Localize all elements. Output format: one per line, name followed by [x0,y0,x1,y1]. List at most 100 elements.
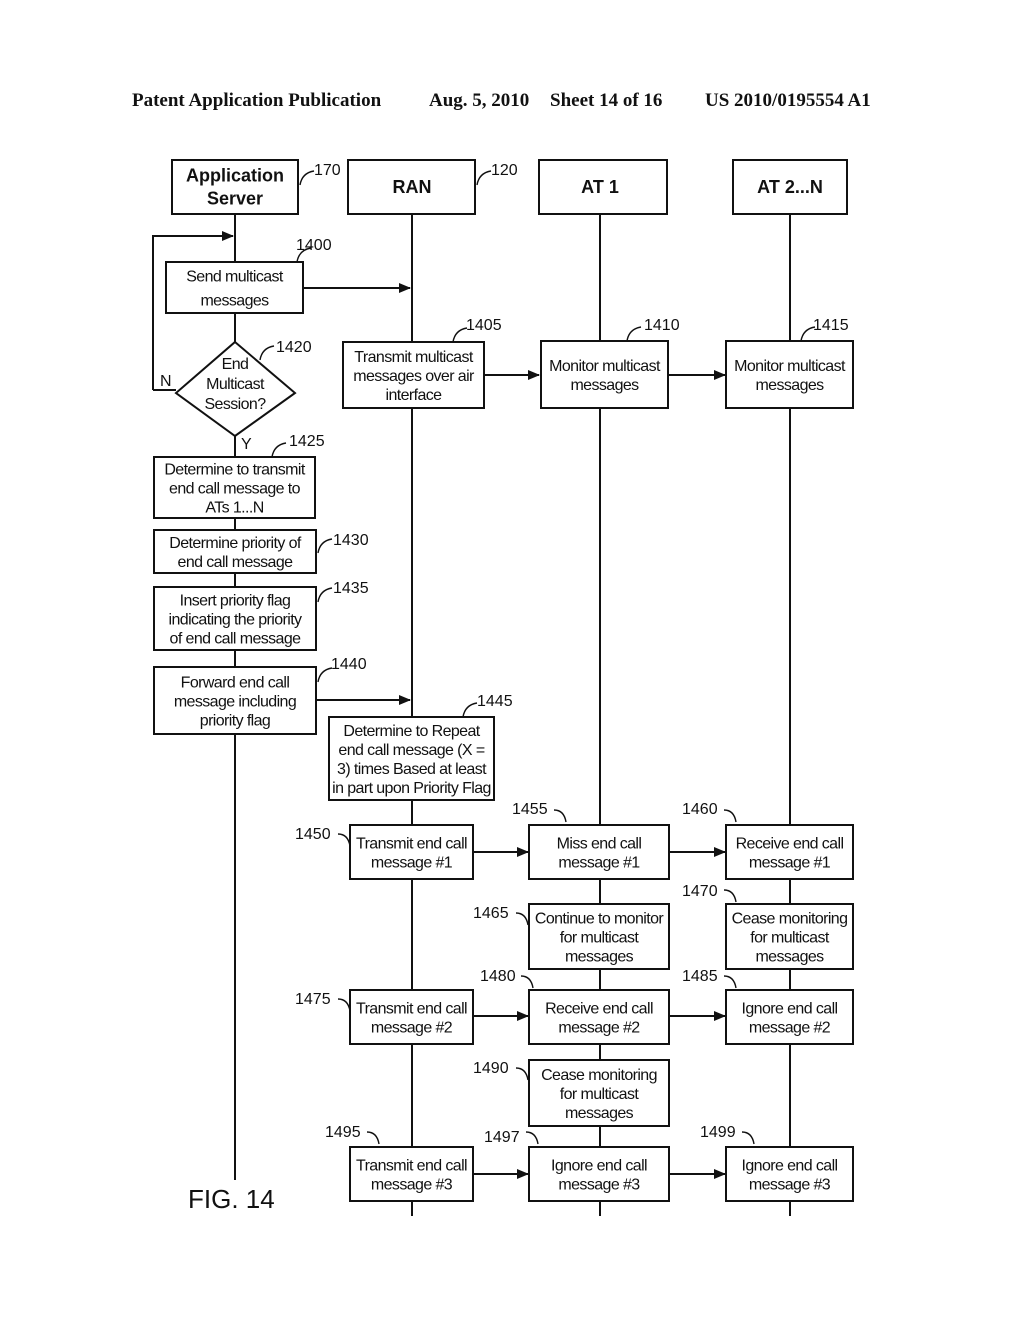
step-text: message #2 [371,1020,453,1037]
step-text: messages [755,377,824,394]
step-text: messages [565,1105,634,1122]
decision-text: End [222,356,249,373]
step-text: Determine priority of [169,535,302,552]
step-text: messages [200,293,269,310]
step-text: Transmit end call [356,836,467,853]
leader-line [476,170,492,186]
lane-title: AT 2...N [757,177,823,197]
step-text: Monitor multicast [549,358,661,375]
step-text: end call message [178,554,294,571]
step-text: ATs 1...N [205,500,263,517]
leader-line [452,327,468,343]
step-text: message #2 [749,1020,831,1037]
leader-line [515,912,529,926]
step-text: Transmit end call [356,1158,467,1175]
step-text: Cease monitoring [732,911,848,928]
step-text: messages [755,949,824,966]
leader-line [723,889,737,903]
reference-numeral: 1490 [473,1060,509,1077]
step-text: in part upon Priority Flag [332,780,491,797]
step-text: Forward end call [181,675,290,692]
reference-numeral: 1470 [682,883,718,900]
step-text: Send multicast [186,269,284,286]
reference-numeral: 1485 [682,968,718,985]
leader-line [299,170,315,186]
reference-numeral: 1475 [295,991,331,1008]
step-text: Transmit multicast [354,349,474,366]
reference-numeral: 1435 [333,580,369,597]
step-text: messages [570,377,639,394]
leader-line [741,1131,755,1145]
step-text: 3) times Based at least [337,761,487,778]
leader-line [259,345,275,361]
step-text: message #1 [749,855,831,872]
leader-line [337,998,351,1012]
reference-numeral: 1400 [296,237,332,254]
reference-numeral: 170 [314,162,341,179]
reference-numeral: 1420 [276,339,312,356]
leader-line [515,1067,529,1081]
leader-line [520,975,534,989]
leader-line [366,1131,380,1145]
step-text: message #3 [371,1177,453,1194]
step-text: Insert priority flag [180,593,291,610]
step-text: Transmit end call [356,1001,467,1018]
reference-numeral: 1450 [295,826,331,843]
step-text: for multicast [560,1086,640,1103]
step-text: Continue to monitor [535,911,665,928]
reference-numeral: 1430 [333,532,369,549]
step-text: message #3 [558,1177,640,1194]
reference-numeral: 1455 [512,801,548,818]
reference-numeral: 1460 [682,801,718,818]
step-text: Determine to transmit [164,462,305,479]
step-text: message including [174,694,296,711]
step-text: indicating the priority [169,612,303,629]
step-text: message #3 [749,1177,831,1194]
reference-numeral: 1410 [644,317,680,334]
step-text: Determine to Repeat [343,723,480,740]
leader-line [525,1131,539,1145]
lane-title: RAN [393,177,432,197]
step-text: message #1 [371,855,453,872]
reference-numeral: 1405 [466,317,502,334]
decision-text: Multicast [206,376,265,393]
step-text: end call message to [169,481,301,498]
figure-label: FIG. 14 [188,1184,275,1214]
reference-numeral: 1445 [477,693,513,710]
leader-line [317,538,333,554]
step-text: for multicast [750,930,830,947]
step-text: of end call message [170,631,302,648]
lane-title: Server [207,189,263,209]
step-text: priority flag [200,713,270,730]
flow-diagram: Application Server 170 RAN 120 AT 1 AT 2...N Se… [152,159,854,1216]
branch-no-label: N [160,373,172,390]
leader-line [271,442,287,458]
lane-title: AT 1 [581,177,619,197]
reference-numeral: 120 [491,162,518,179]
step-text: message #1 [558,855,640,872]
leader-line [462,702,478,718]
step-text: Ignore end call [551,1158,647,1175]
reference-numeral: 1415 [813,317,849,334]
reference-numeral: 1480 [480,968,516,985]
leader-line [317,587,333,603]
leader-line [723,809,737,823]
step-text: end call message (X = [338,742,484,759]
step-text: Miss end call [557,836,642,853]
step-text: for multicast [560,930,640,947]
branch-yes-label: Y [241,436,252,453]
reference-numeral: 1499 [700,1124,736,1141]
step-text: Ignore end call [742,1158,838,1175]
step-text: Receive end call [545,1001,653,1018]
leader-line [553,809,567,823]
step-text: messages [565,949,634,966]
reference-numeral: 1465 [473,905,509,922]
leader-line [723,975,737,989]
leader-line [626,326,642,342]
step-text: Monitor multicast [734,358,846,375]
step-text: interface [386,387,443,404]
lane-title: Application [186,166,284,186]
step-text: messages over air [353,368,475,385]
reference-numeral: 1495 [325,1124,361,1141]
reference-numeral: 1425 [289,433,325,450]
